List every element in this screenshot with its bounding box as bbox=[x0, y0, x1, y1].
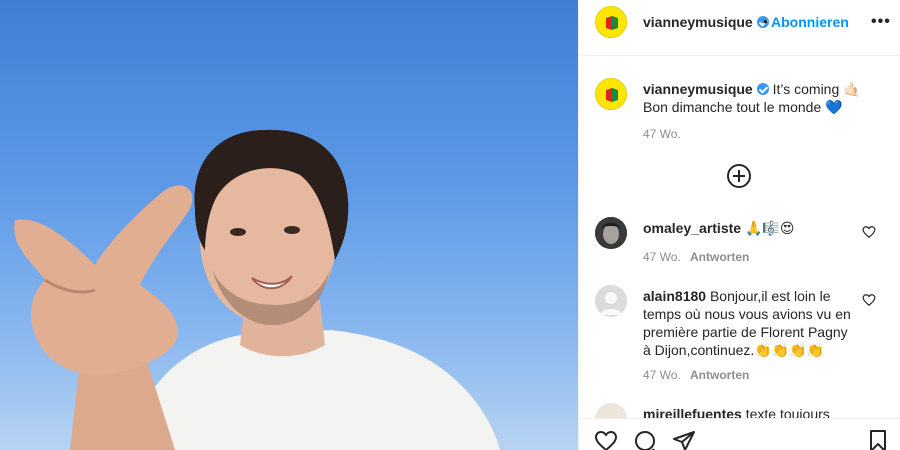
caption-author-avatar[interactable] bbox=[595, 78, 627, 110]
comment-like-heart-icon[interactable] bbox=[862, 225, 876, 239]
commenter-avatar[interactable] bbox=[595, 217, 627, 249]
comment-text: omaley_artiste 🙏🎼😍 bbox=[643, 219, 858, 237]
author-logo bbox=[606, 16, 618, 30]
commenter-username[interactable]: omaley_artiste bbox=[643, 220, 741, 236]
default-avatar-icon bbox=[595, 285, 627, 317]
plus-circle-icon[interactable] bbox=[727, 164, 751, 188]
caption-author-logo bbox=[606, 88, 618, 102]
post-action-bar bbox=[579, 418, 900, 450]
caption-verified-badge-icon bbox=[756, 83, 769, 95]
comment-text: alain8180 Bonjour,il est loin le temps o… bbox=[643, 287, 858, 359]
post-photo[interactable] bbox=[0, 0, 578, 450]
reply-button[interactable]: Antworten bbox=[690, 250, 749, 264]
commenter-username[interactable]: alain8180 bbox=[643, 288, 706, 304]
post-side-panel: vianneymusique • Abonnieren ••• vianneym… bbox=[578, 0, 900, 450]
bookmark-icon[interactable] bbox=[866, 429, 890, 450]
comment-body: 🙏🎼😍 bbox=[744, 220, 795, 236]
follow-button[interactable]: Abonnieren bbox=[771, 14, 849, 30]
more-options-icon[interactable]: ••• bbox=[871, 13, 891, 31]
commenter-avatar-image bbox=[595, 217, 627, 249]
caption-line-1: It’s coming 🤙🏻 bbox=[772, 81, 861, 97]
post-header: vianneymusique • Abonnieren ••• bbox=[579, 0, 900, 56]
caption-timestamp[interactable]: 47 Wo. bbox=[643, 127, 681, 141]
comment-like-heart-icon[interactable] bbox=[862, 293, 876, 307]
author-username-text[interactable]: vianneymusique bbox=[643, 14, 753, 30]
comment-timestamp[interactable]: 47 Wo. bbox=[643, 368, 681, 382]
author-avatar[interactable] bbox=[595, 6, 627, 38]
comment-icon[interactable] bbox=[633, 429, 657, 450]
paper-plane-icon[interactable] bbox=[672, 429, 696, 450]
commenter-avatar[interactable] bbox=[595, 285, 627, 317]
heart-icon[interactable] bbox=[594, 429, 618, 450]
reply-button[interactable]: Antworten bbox=[690, 368, 749, 382]
post-caption: vianneymusique It’s coming 🤙🏻 Bon dimanc… bbox=[643, 80, 883, 116]
comment-timestamp[interactable]: 47 Wo. bbox=[643, 250, 681, 264]
caption-line-2: Bon dimanche tout le monde 💙 bbox=[643, 99, 843, 115]
post-photo-illustration bbox=[14, 129, 500, 450]
separator-dot: • bbox=[763, 13, 768, 29]
caption-author-username[interactable]: vianneymusique bbox=[643, 81, 753, 97]
author-username[interactable]: vianneymusique bbox=[643, 14, 769, 30]
